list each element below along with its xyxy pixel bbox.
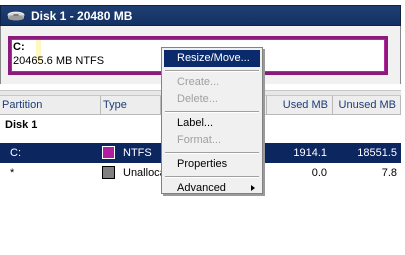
menu-item-advanced-label: Advanced	[177, 182, 226, 194]
fs-color-swatch	[102, 146, 115, 159]
column-header-partition[interactable]: Partition	[0, 96, 101, 115]
menu-separator	[164, 149, 260, 156]
menu-separator	[164, 173, 260, 180]
menu-separator	[164, 67, 260, 74]
cell-unused: 18551.5	[357, 147, 397, 159]
submenu-arrow-icon	[251, 185, 255, 191]
disk-header[interactable]: Disk 1 - 20480 MB	[0, 5, 401, 26]
menu-separator	[164, 108, 260, 115]
menu-item-advanced[interactable]: Advanced	[164, 180, 260, 197]
fs-color-swatch	[102, 166, 115, 179]
menu-item-label[interactable]: Label...	[164, 115, 260, 132]
cell-type: Unalloca	[123, 167, 166, 179]
hard-disk-icon	[7, 11, 25, 20]
cell-partition: C:	[10, 147, 21, 159]
cell-used: 0.0	[311, 167, 327, 179]
column-header-type[interactable]: Type	[101, 96, 161, 115]
menu-item-resize-move[interactable]: Resize/Move...	[164, 50, 260, 67]
disk-title: Disk 1 - 20480 MB	[31, 8, 133, 23]
column-header-unused[interactable]: Unused MB	[333, 96, 401, 115]
partition-size-fs: 20465.6 MB NTFS	[13, 55, 105, 67]
cell-unused: 7.8	[381, 167, 397, 179]
menu-item-delete[interactable]: Delete...	[164, 91, 260, 108]
context-menu: Resize/Move... Create... Delete... Label…	[161, 47, 263, 194]
cell-used: 1914.1	[293, 147, 327, 159]
cell-type: NTFS	[123, 147, 152, 159]
column-header-used[interactable]: Used MB	[267, 96, 333, 115]
cell-partition: *	[10, 167, 15, 179]
partition-manager-window: Disk 1 - 20480 MB C: 20465.6 MB NTFS Par…	[0, 0, 405, 255]
partition-drive-letter: C:	[13, 41, 25, 53]
menu-item-format[interactable]: Format...	[164, 132, 260, 149]
menu-item-properties[interactable]: Properties	[164, 156, 260, 173]
menu-item-create[interactable]: Create...	[164, 74, 260, 91]
